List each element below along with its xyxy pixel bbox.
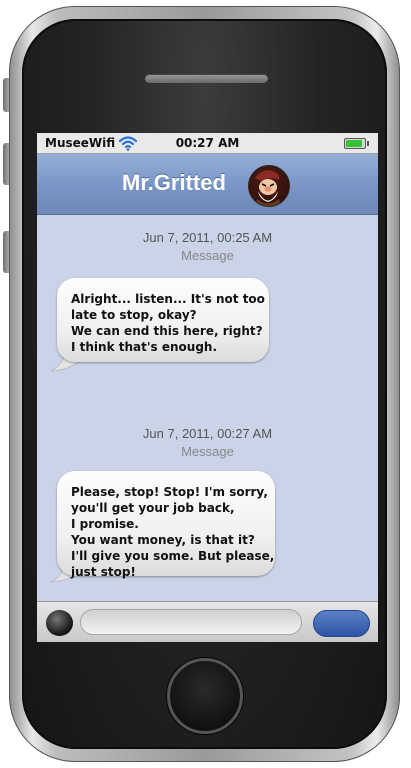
- message-line: I promise.: [71, 517, 139, 531]
- message-type-label: Message: [181, 444, 234, 459]
- message-line: Please, stop! Stop! I'm sorry,: [71, 485, 268, 499]
- earpiece-speaker: [145, 74, 268, 83]
- message-line: just stop!: [71, 565, 136, 579]
- message-bubble[interactable]: Please, stop! Stop! I'm sorry, you'll ge…: [57, 471, 275, 579]
- compose-bar: [37, 601, 378, 642]
- message-line: I think that's enough.: [71, 340, 218, 354]
- message-input[interactable]: [80, 609, 302, 635]
- contact-avatar[interactable]: [248, 165, 290, 207]
- camera-icon[interactable]: [46, 610, 73, 636]
- message-line: Alright... listen... It's not too: [71, 292, 265, 306]
- message-line: We can end this here, right?: [71, 324, 263, 338]
- message-line: you'll get your job back,: [71, 501, 235, 515]
- battery-icon: [344, 138, 369, 149]
- avatar-dwarf-icon: [255, 170, 281, 206]
- status-clock: 00:27 AM: [175, 136, 240, 150]
- status-bar: MuseeWifi 00:27 AM: [37, 133, 378, 154]
- message-bubble[interactable]: Alright... listen... It's not too late t…: [57, 278, 269, 362]
- message-timestamp: Jun 7, 2011, 00:25 AM: [142, 230, 273, 245]
- message-line: You want money, is that it?: [71, 533, 255, 547]
- message-type-label: Message: [181, 248, 234, 263]
- home-button[interactable]: [167, 658, 243, 734]
- contact-name: Mr.Gritted: [122, 170, 226, 195]
- send-button[interactable]: [313, 610, 370, 637]
- message-line: late to stop, okay?: [71, 308, 197, 322]
- screen: MuseeWifi 00:27 AM Mr.Gritted Jun 7, 201…: [37, 133, 378, 642]
- conversation-header: Mr.Gritted: [37, 154, 378, 215]
- message-line: I'll give you some. But please,: [71, 549, 275, 563]
- message-timestamp: Jun 7, 2011, 00:27 AM: [142, 426, 273, 441]
